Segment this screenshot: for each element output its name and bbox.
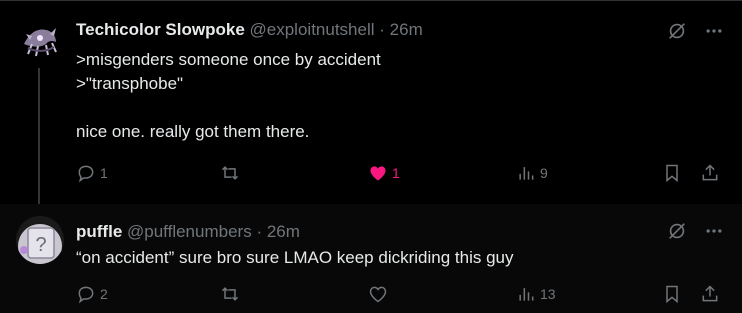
views-button[interactable]: 13 — [516, 284, 556, 304]
bookmark-icon — [666, 285, 678, 304]
view-count: 9 — [540, 165, 548, 181]
user-handle[interactable]: @pufflenumbers — [127, 222, 252, 241]
share-button[interactable] — [700, 284, 720, 304]
reply-icon — [78, 165, 94, 183]
tweet-top-icons — [666, 20, 724, 47]
user-handle[interactable]: @exploitnutshell — [250, 20, 375, 39]
tweet-actions: 2 13 — [0, 284, 742, 308]
tweet[interactable]: Techicolor Slowpoke @exploitnutshell · 2… — [0, 0, 742, 206]
share-button[interactable] — [700, 163, 720, 183]
bookmark-button[interactable] — [662, 163, 682, 183]
retweet-icon — [221, 166, 239, 180]
tweet-text: “on accident” sure bro sure LMAO keep di… — [76, 248, 514, 267]
like-button[interactable] — [368, 284, 392, 304]
tweet-header: Techicolor Slowpoke @exploitnutshell · 2… — [76, 20, 423, 40]
view-count: 13 — [540, 286, 556, 302]
timestamp[interactable]: 26m — [390, 20, 423, 39]
reply-button[interactable]: 1 — [76, 163, 108, 183]
reply-count: 2 — [100, 286, 108, 302]
like-button[interactable]: 1 — [368, 163, 400, 183]
timestamp[interactable]: 26m — [267, 222, 300, 241]
reply-count: 1 — [100, 165, 108, 181]
display-name[interactable]: Techicolor Slowpoke — [76, 20, 245, 39]
views-icon — [519, 167, 534, 180]
tweet-actions: 1 1 9 — [0, 163, 742, 187]
grok-icon[interactable] — [666, 220, 688, 247]
display-name[interactable]: puffle — [76, 222, 122, 241]
reply-button[interactable]: 2 — [76, 284, 108, 304]
retweet-icon — [221, 287, 239, 301]
tweet-text: >misgenders someone once by accident >"t… — [76, 50, 381, 141]
bookmark-button[interactable] — [662, 284, 682, 304]
tweet-top-icons — [666, 220, 724, 247]
tweet-header: puffle @pufflenumbers · 26m — [76, 222, 300, 242]
heart-filled-icon — [370, 166, 386, 181]
separator: · — [379, 20, 385, 39]
reply-icon — [78, 286, 94, 304]
share-icon — [702, 164, 718, 181]
bookmark-icon — [666, 164, 678, 183]
like-count: 1 — [392, 165, 400, 181]
more-options-icon[interactable] — [704, 221, 724, 246]
grok-icon[interactable] — [666, 20, 688, 47]
retweet-button[interactable] — [220, 284, 244, 304]
heart-icon — [369, 286, 387, 303]
dark-creature-avatar-icon — [16, 14, 64, 62]
puffle-avatar-icon: ? — [16, 216, 64, 264]
avatar[interactable]: ? — [16, 216, 64, 264]
more-options-icon[interactable] — [704, 21, 724, 46]
views-icon — [519, 288, 534, 301]
views-button[interactable]: 9 — [516, 163, 548, 183]
avatar[interactable] — [16, 14, 64, 62]
share-icon — [702, 285, 718, 302]
svg-text:?: ? — [35, 234, 46, 256]
retweet-button[interactable] — [220, 163, 244, 183]
separator: · — [256, 222, 263, 241]
